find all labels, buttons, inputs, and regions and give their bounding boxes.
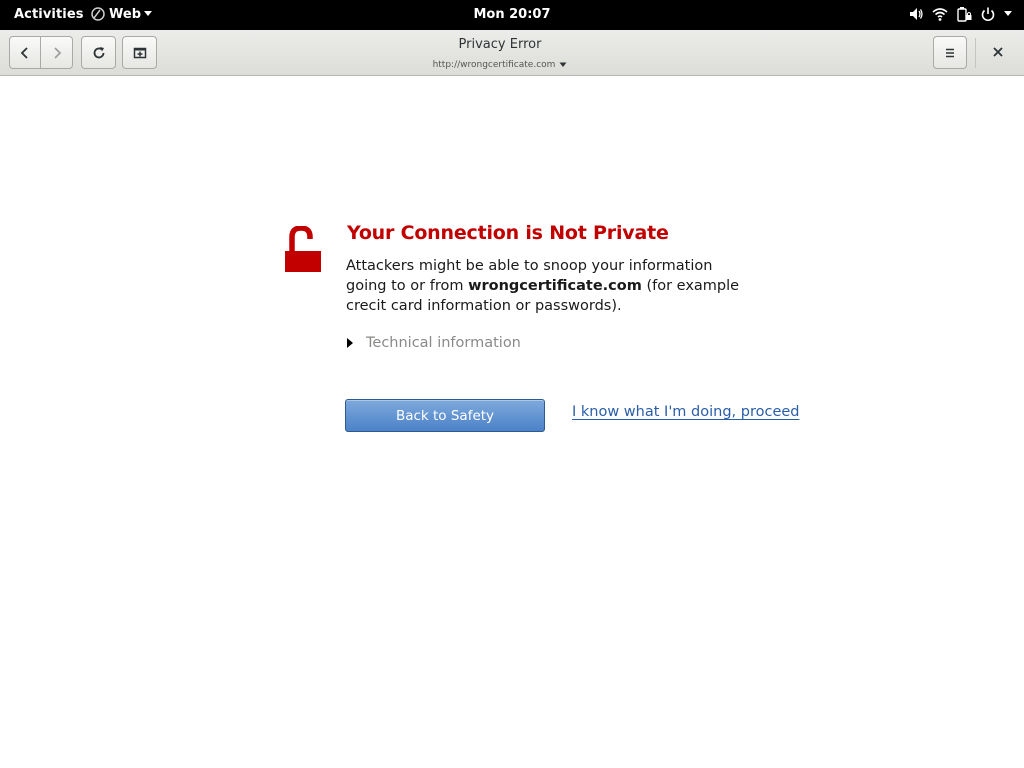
menu-button[interactable] xyxy=(933,36,967,69)
error-page: Your Connection is Not Private Attackers… xyxy=(0,77,1024,768)
hamburger-menu-icon xyxy=(946,48,954,57)
header-separator xyxy=(975,38,976,68)
error-hostname: wrongcertificate.com xyxy=(468,278,642,294)
clock[interactable]: Mon 20:07 xyxy=(473,7,550,22)
title-area[interactable]: Privacy Error http://wrongcertificate.co… xyxy=(300,37,700,71)
back-button[interactable] xyxy=(9,36,41,69)
technical-information-expander[interactable]: Technical information xyxy=(346,335,521,351)
chevron-down-icon xyxy=(144,11,152,16)
chevron-down-icon xyxy=(559,62,567,67)
chevron-left-icon xyxy=(20,46,28,59)
close-icon xyxy=(993,47,1003,57)
back-to-safety-button[interactable]: Back to Safety xyxy=(345,399,545,432)
browser-header-bar: Privacy Error http://wrongcertificate.co… xyxy=(0,30,1024,76)
page-title: Privacy Error xyxy=(458,37,542,52)
chevron-right-icon xyxy=(53,46,61,59)
volume-icon xyxy=(910,8,923,20)
page-url: http://wrongcertificate.com xyxy=(432,60,556,70)
close-window-button[interactable] xyxy=(986,40,1010,64)
error-description: Attackers might be able to snoop your in… xyxy=(346,256,756,316)
app-menu-label: Web xyxy=(109,6,141,22)
app-menu[interactable]: Web xyxy=(90,6,152,22)
technical-information-label: Technical information xyxy=(366,335,521,351)
power-icon xyxy=(981,7,995,22)
chevron-down-icon xyxy=(1004,11,1012,16)
navigation-buttons xyxy=(9,36,73,69)
unlocked-padlock-icon xyxy=(285,226,321,272)
proceed-anyway-link[interactable]: I know what I'm doing, proceed xyxy=(572,404,800,420)
wifi-icon xyxy=(932,8,948,21)
system-status-area[interactable] xyxy=(908,6,1012,22)
address-bar[interactable]: http://wrongcertificate.com xyxy=(433,60,568,70)
new-tab-button[interactable] xyxy=(122,36,157,69)
error-title: Your Connection is Not Private xyxy=(347,222,669,244)
reload-icon xyxy=(93,46,104,58)
forward-button[interactable] xyxy=(41,36,73,69)
web-app-icon xyxy=(91,7,105,21)
gnome-top-bar: Activities Web Mon 20:07 xyxy=(0,0,1024,30)
new-tab-icon xyxy=(133,47,146,58)
battery-lock-icon xyxy=(957,7,972,22)
expander-arrow-icon xyxy=(347,338,353,348)
reload-button[interactable] xyxy=(81,36,116,69)
activities-button[interactable]: Activities xyxy=(14,7,84,22)
